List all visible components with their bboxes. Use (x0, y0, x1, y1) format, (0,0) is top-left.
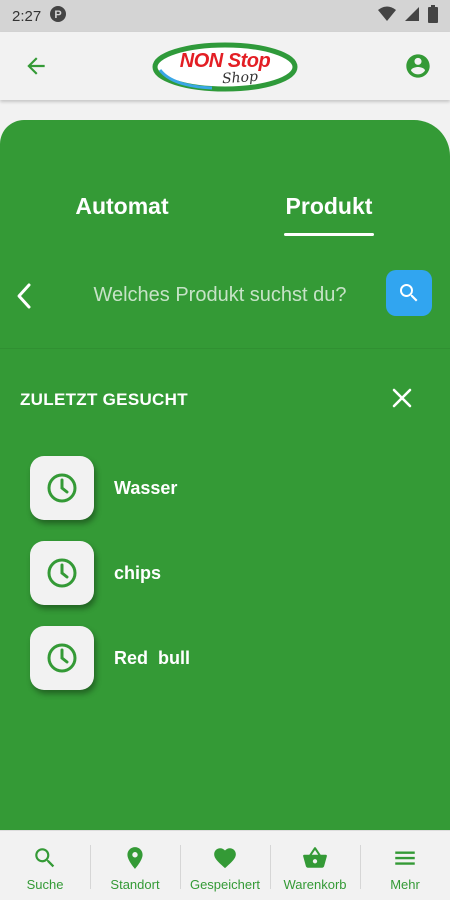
battery-icon (428, 5, 438, 27)
nav-mehr[interactable]: Mehr (360, 831, 450, 900)
search-input[interactable]: Welches Produkt suchst du? (70, 284, 370, 307)
heart-icon (214, 848, 236, 869)
app-screen: 2:27 P NON Stop Shop Automat Produkt Wel… (0, 0, 450, 900)
recent-item-label: Wasser (114, 478, 178, 498)
nav-standort[interactable]: Standort (90, 831, 180, 900)
account-circle-icon (406, 54, 430, 78)
recent-item[interactable]: Red bull (30, 626, 430, 690)
location-pin-icon (127, 847, 143, 869)
search-button[interactable] (386, 270, 432, 316)
nav-gespeichert-label: Gespeichert (189, 877, 261, 892)
app-bar: NON Stop Shop (0, 32, 450, 100)
nav-warenkorb[interactable]: Warenkorb (270, 831, 360, 900)
notification-icon: P (49, 5, 67, 27)
logo-sub-text: Shop (221, 68, 259, 88)
recent-item-label: Red bull (114, 648, 190, 668)
search-icon (400, 284, 418, 302)
clock-icon (47, 558, 77, 588)
svg-text:P: P (55, 9, 62, 21)
search-icon (35, 848, 55, 868)
back-button[interactable] (20, 50, 52, 82)
recent-item[interactable]: Wasser (30, 456, 430, 520)
search-panel: Automat Produkt Welches Produkt suchst d… (0, 120, 450, 830)
active-tab-indicator (284, 233, 374, 236)
recent-item[interactable]: chips (30, 541, 430, 605)
divider (0, 348, 450, 349)
nav-mehr-label: Mehr (390, 877, 420, 892)
tab-bar: Automat Produkt (0, 188, 450, 238)
basket-icon (303, 847, 327, 868)
profile-button[interactable] (402, 50, 434, 82)
menu-icon (395, 851, 415, 865)
non-stop-shop-logo: NON Stop Shop (152, 40, 298, 96)
clear-recent-button[interactable] (388, 384, 416, 412)
nav-warenkorb-label: Warenkorb (283, 877, 347, 892)
nav-standort-label: Standort (110, 877, 160, 892)
tab-automat[interactable]: Automat (62, 188, 182, 236)
clock-icon-box (30, 626, 94, 690)
clock-icon-box (30, 541, 94, 605)
close-icon (392, 388, 412, 408)
clock-icon-box (30, 456, 94, 520)
arrow-left-icon (27, 57, 45, 75)
status-time: 2:27 (12, 7, 42, 25)
recent-item-label: chips (114, 563, 162, 583)
search-row: Welches Produkt suchst du? (0, 268, 450, 324)
clock-icon (47, 643, 77, 673)
tab-produkt[interactable]: Produkt (278, 188, 380, 236)
nav-suche-label: Suche (26, 877, 64, 892)
status-bar: 2:27 P (0, 0, 450, 32)
logo-main-text: NON Stop (179, 50, 271, 72)
nav-gespeichert[interactable]: Gespeichert (180, 831, 270, 900)
chevron-left-icon (17, 283, 31, 309)
nav-suche[interactable]: Suche (0, 831, 90, 900)
clock-icon (47, 473, 77, 503)
search-back-button[interactable] (10, 278, 38, 314)
bottom-navigation: Suche Standort Gespeichert Warenkorb Meh… (0, 830, 450, 900)
wifi-icon (378, 6, 396, 26)
signal-icon (404, 6, 420, 26)
tab-produkt-label: Produkt (285, 193, 373, 219)
recent-searches-title: ZULETZT GESUCHT (20, 390, 188, 409)
